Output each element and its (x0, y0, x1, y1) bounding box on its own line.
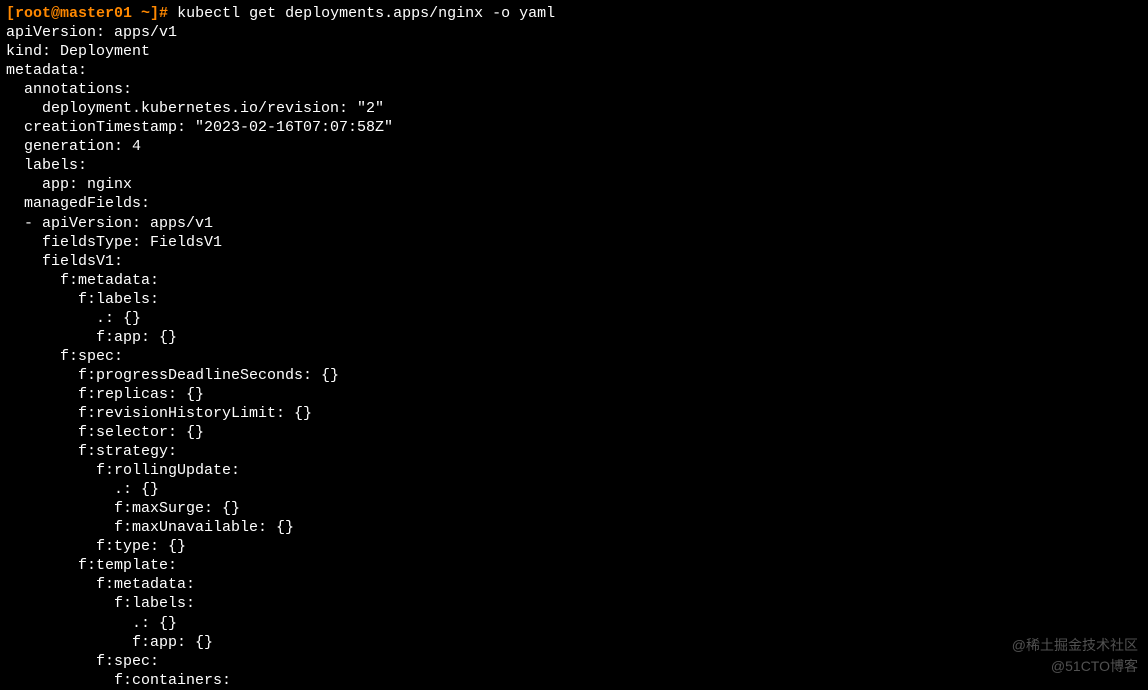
output-line: generation: 4 (6, 138, 141, 155)
output-line: f:maxSurge: {} (6, 500, 240, 517)
output-line: f:revisionHistoryLimit: {} (6, 405, 312, 422)
output-line: f:template: (6, 557, 177, 574)
output-line: f:spec: (6, 348, 123, 365)
output-line: f:spec: (6, 653, 159, 670)
output-line: fieldsV1: (6, 253, 123, 270)
output-line: apiVersion: apps/v1 (6, 24, 177, 41)
command-text: kubectl get deployments.apps/nginx -o ya… (177, 5, 555, 22)
output-line: f:type: {} (6, 538, 186, 555)
output-line: app: nginx (6, 176, 132, 193)
output-line: labels: (6, 157, 87, 174)
output-line: f:metadata: (6, 272, 159, 289)
prompt-user-host: [root@master01 ~] (6, 5, 159, 22)
output-line: f:app: {} (6, 329, 177, 346)
terminal-output[interactable]: [root@master01 ~]# kubectl get deploymen… (6, 4, 1142, 690)
output-line: managedFields: (6, 195, 150, 212)
output-line: f:app: {} (6, 634, 213, 651)
output-line: creationTimestamp: "2023-02-16T07:07:58Z… (6, 119, 393, 136)
output-line: f:metadata: (6, 576, 195, 593)
output-line: f:labels: (6, 595, 195, 612)
output-line: kind: Deployment (6, 43, 150, 60)
output-line: f:labels: (6, 291, 159, 308)
output-line: .: {} (6, 481, 159, 498)
output-line: f:replicas: {} (6, 386, 204, 403)
output-line: f:progressDeadlineSeconds: {} (6, 367, 339, 384)
output-line: .: {} (6, 310, 141, 327)
prompt-symbol: # (159, 5, 168, 22)
output-line: f:containers: (6, 672, 231, 689)
output-line: fieldsType: FieldsV1 (6, 234, 222, 251)
output-line: annotations: (6, 81, 132, 98)
output-line: .: {} (6, 615, 177, 632)
output-line: deployment.kubernetes.io/revision: "2" (6, 100, 384, 117)
output-line: metadata: (6, 62, 87, 79)
output-line: f:maxUnavailable: {} (6, 519, 294, 536)
output-line: - apiVersion: apps/v1 (6, 215, 213, 232)
output-line: f:selector: {} (6, 424, 204, 441)
output-line: f:rollingUpdate: (6, 462, 240, 479)
output-line: f:strategy: (6, 443, 177, 460)
